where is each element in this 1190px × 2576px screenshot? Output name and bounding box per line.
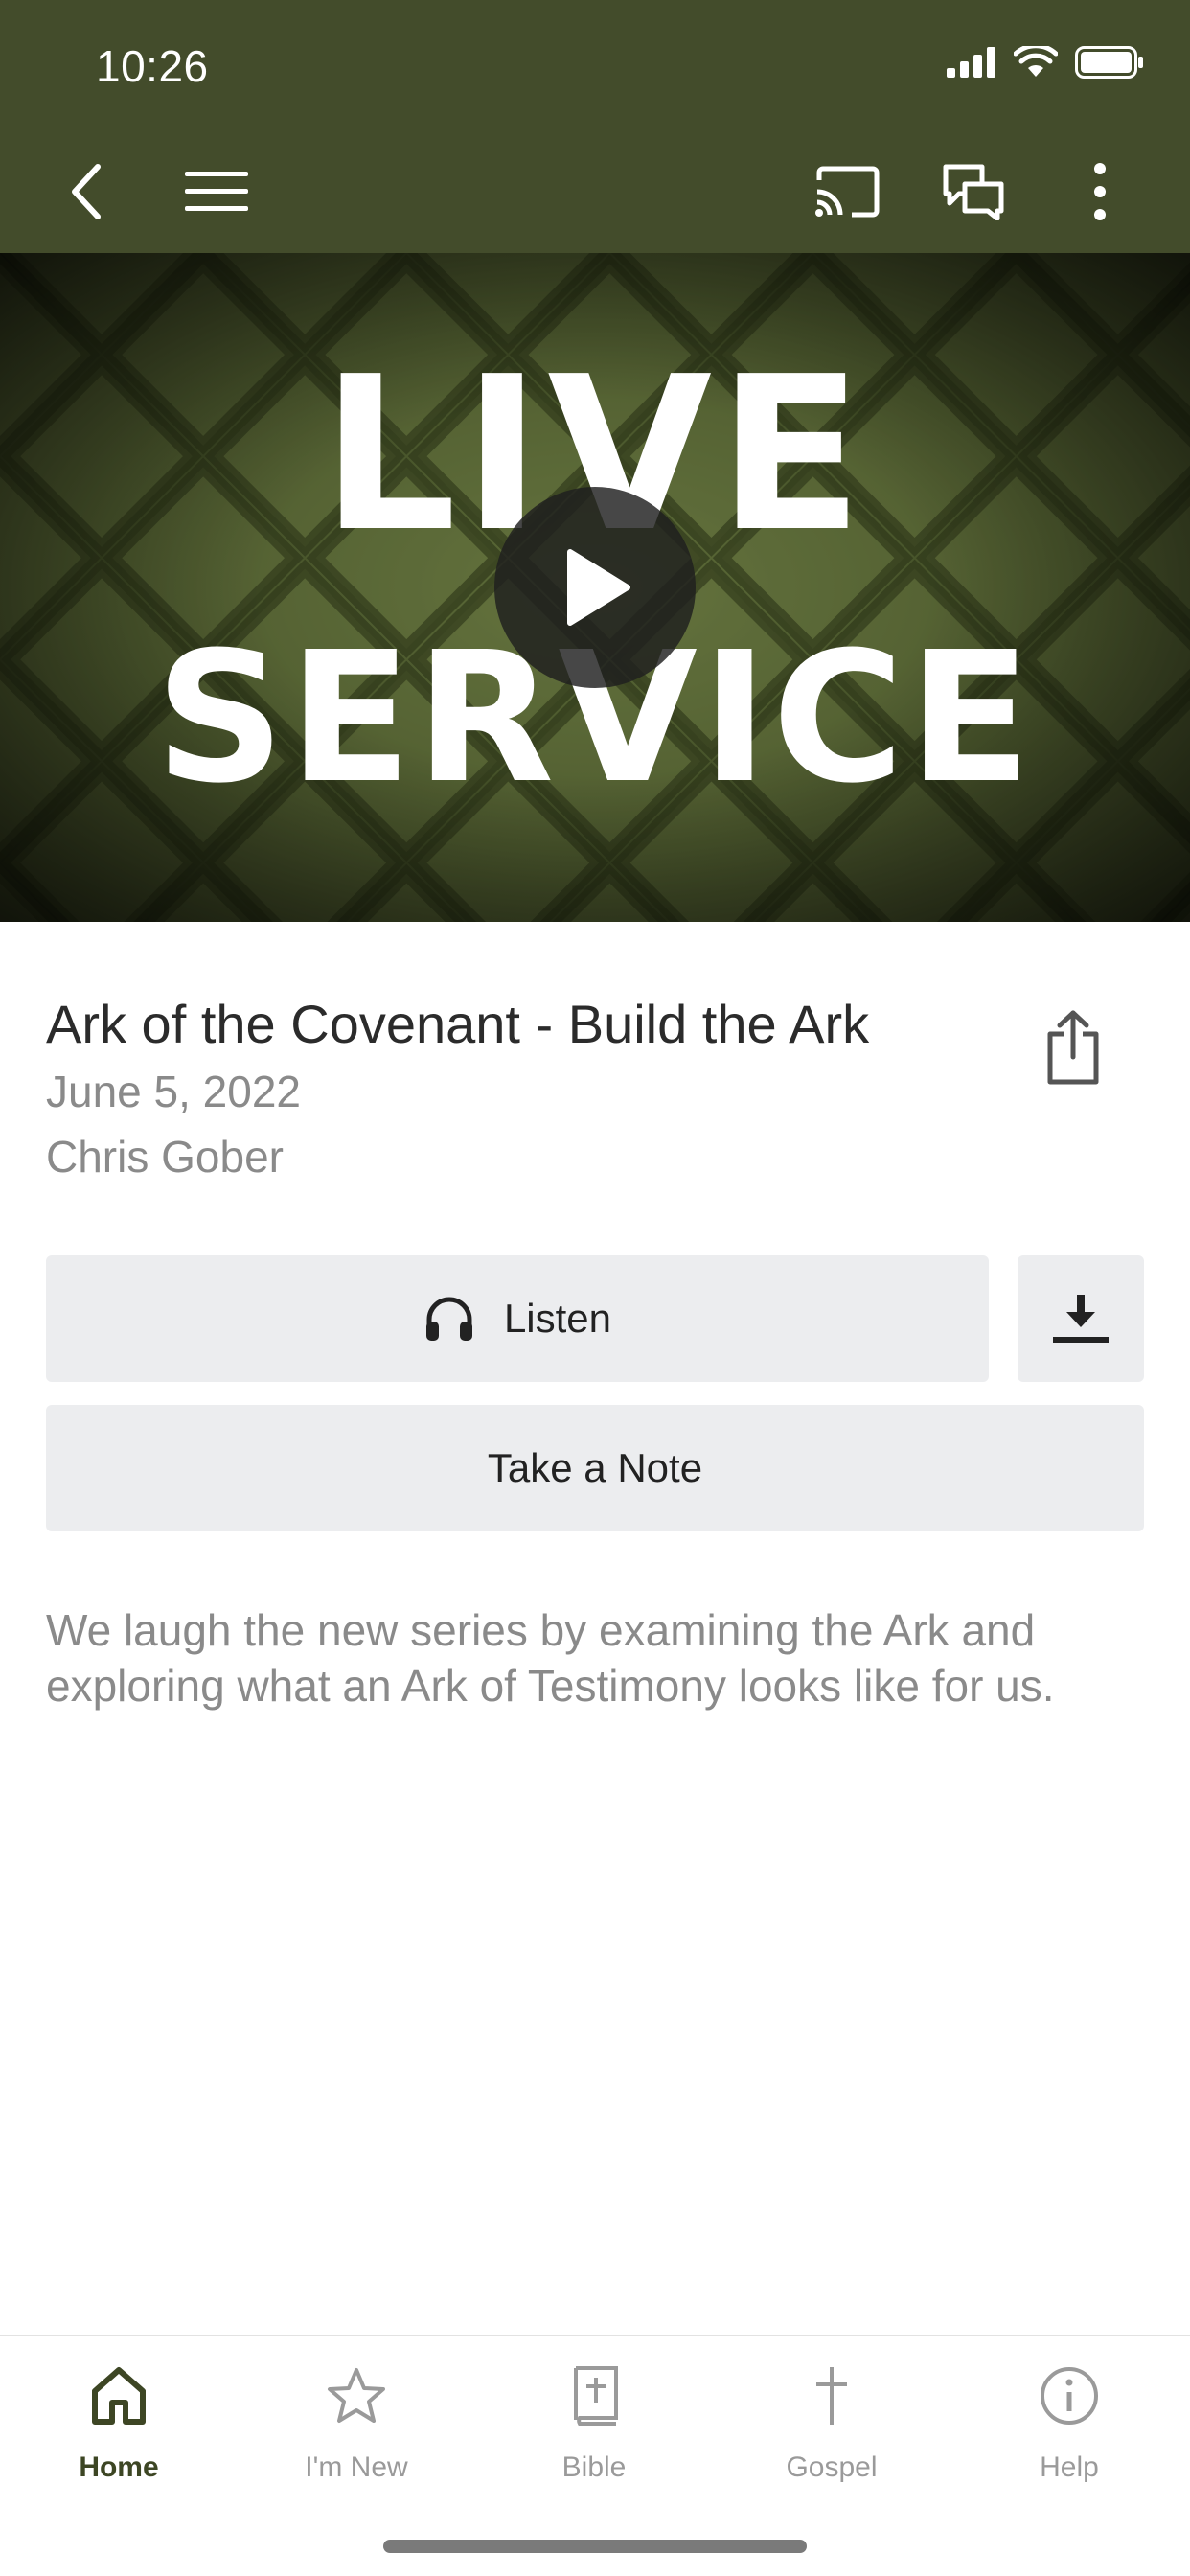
tab-label-bible: Bible	[561, 2451, 627, 2483]
sermon-date: June 5, 2022	[46, 1067, 302, 1116]
tab-label-gospel: Gospel	[786, 2451, 878, 2483]
share-icon	[1047, 1010, 1099, 1085]
chat-button[interactable]	[935, 153, 1012, 230]
chat-icon	[943, 164, 1004, 220]
play-button[interactable]	[494, 487, 696, 688]
tab-gospel[interactable]: Gospel	[736, 2358, 927, 2501]
cast-icon	[815, 166, 880, 218]
menu-button[interactable]	[178, 153, 255, 230]
sermon-title: Ark of the Covenant - Build the Ark	[46, 994, 870, 1054]
video-player[interactable]: LIVE SERVICE	[0, 253, 1190, 922]
headphones-icon	[425, 1297, 472, 1341]
tab-label-home: Home	[79, 2451, 159, 2483]
take-note-button[interactable]: Take a Note	[46, 1405, 1144, 1531]
hamburger-icon	[185, 172, 248, 211]
app-header: 10:26	[0, 0, 1190, 253]
status-time: 10:26	[96, 41, 209, 91]
download-icon	[1053, 1295, 1109, 1343]
cross-icon	[816, 2367, 847, 2425]
tab-label-help: Help	[1040, 2451, 1099, 2483]
bible-icon	[574, 2366, 618, 2426]
wifi-icon	[1014, 46, 1058, 77]
battery-icon	[1075, 46, 1143, 79]
tab-home[interactable]: Home	[23, 2358, 215, 2501]
info-icon	[1041, 2367, 1098, 2425]
star-icon	[328, 2368, 385, 2423]
status-icons	[947, 46, 1144, 79]
download-button[interactable]	[1018, 1255, 1144, 1382]
share-button[interactable]	[1035, 1004, 1111, 1091]
tab-bible[interactable]: Bible	[498, 2358, 690, 2501]
listen-label: Listen	[503, 1296, 612, 1341]
more-vertical-icon	[1094, 163, 1106, 220]
chevron-left-icon	[72, 164, 101, 219]
back-button[interactable]	[48, 153, 125, 230]
listen-button[interactable]: Listen	[46, 1255, 989, 1382]
sermon-speaker: Chris Gober	[46, 1132, 284, 1182]
home-icon	[92, 2367, 146, 2425]
tab-im-new[interactable]: I'm New	[261, 2358, 452, 2501]
signal-icon	[947, 47, 995, 78]
more-options-button[interactable]	[1062, 153, 1138, 230]
cast-button[interactable]	[809, 153, 885, 230]
play-icon	[567, 549, 630, 626]
tab-label-im-new: I'm New	[305, 2451, 408, 2483]
tab-help[interactable]: Help	[973, 2358, 1165, 2501]
home-indicator	[383, 2540, 807, 2553]
sermon-description: We laugh the new series by examining the…	[46, 1605, 1055, 1711]
